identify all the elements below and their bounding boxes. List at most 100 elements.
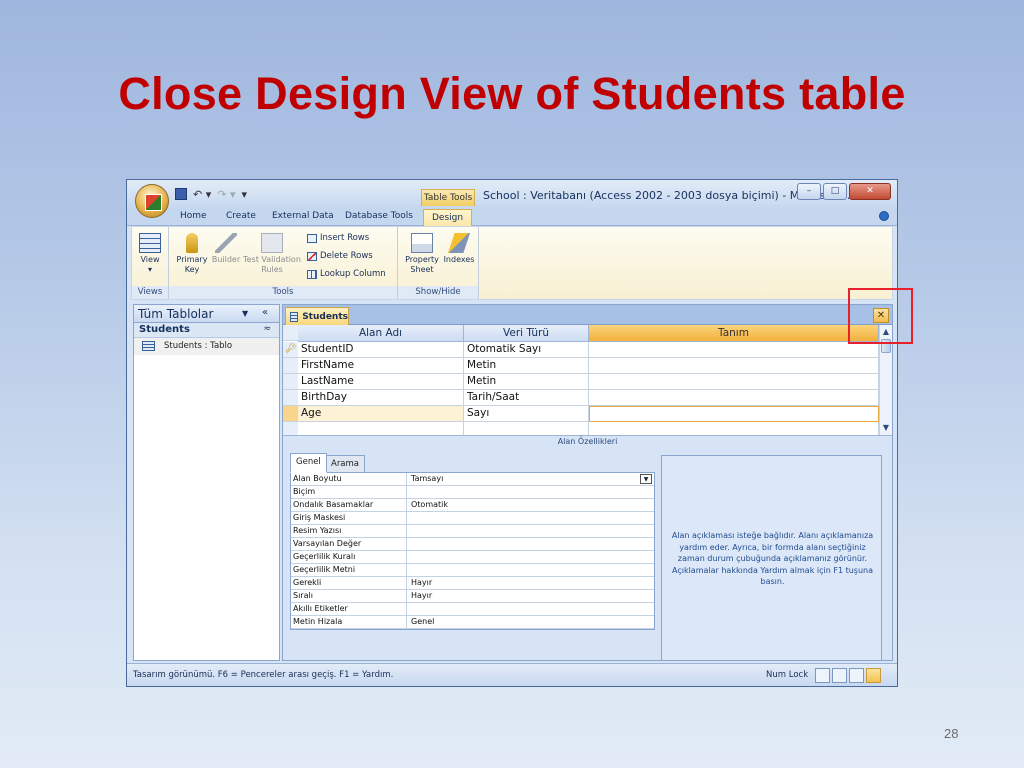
undo-icon[interactable]: ↶ ▾: [193, 188, 211, 201]
column-header-data-type[interactable]: Veri Türü: [464, 325, 589, 342]
data-type-cell[interactable]: Tarih/Saat: [464, 390, 589, 406]
table-row[interactable]: LastName Metin: [283, 374, 879, 390]
column-header-description[interactable]: Tanım: [589, 325, 879, 342]
nav-pane-collapse-icon[interactable]: «: [262, 307, 268, 318]
row-selector[interactable]: [283, 374, 298, 390]
property-row[interactable]: Alan Boyutu Tamsayı ▼: [291, 473, 654, 486]
save-icon[interactable]: [175, 188, 187, 200]
description-cell[interactable]: [589, 390, 879, 406]
insert-rows-button[interactable]: Insert Rows: [307, 233, 369, 243]
field-name-cell[interactable]: LastName: [298, 374, 464, 390]
tab-design[interactable]: Design: [423, 209, 473, 227]
tab-students[interactable]: Students: [285, 307, 349, 325]
property-row[interactable]: Metin Hizala Genel: [291, 616, 654, 629]
qat-customize-icon[interactable]: ▾: [242, 188, 248, 201]
description-cell[interactable]: [589, 342, 879, 358]
view-button[interactable]: View ▾: [136, 233, 164, 275]
property-value[interactable]: Hayır: [409, 590, 655, 603]
property-value[interactable]: Hayır: [409, 577, 655, 590]
page-number: 28: [944, 726, 959, 741]
indexes-button[interactable]: Indexes: [442, 233, 476, 265]
combo-arrow-icon[interactable]: ▼: [640, 474, 652, 484]
description-cell[interactable]: [589, 406, 879, 422]
nav-pane-header[interactable]: Tüm Tablolar ▼ «: [134, 305, 279, 323]
property-help-text: Alan açıklaması isteğe bağlıdır. Alanı a…: [671, 531, 874, 586]
property-value[interactable]: [409, 551, 655, 564]
field-name-cell[interactable]: Age: [298, 406, 464, 422]
property-value[interactable]: [409, 486, 655, 499]
tab-genel[interactable]: Genel: [290, 453, 327, 473]
lookup-column-button[interactable]: Lookup Column: [307, 269, 386, 279]
table-row[interactable]: Age Sayı: [283, 406, 879, 422]
test-validation-rules-button[interactable]: Test Validation Rules: [241, 233, 303, 275]
tab-home[interactable]: Home: [180, 211, 207, 221]
office-button[interactable]: [135, 184, 169, 218]
table-icon: [142, 341, 155, 351]
data-type-cell[interactable]: Otomatik Sayı: [464, 342, 589, 358]
property-row[interactable]: Biçim: [291, 486, 654, 499]
row-selector[interactable]: 🔑︎: [283, 342, 298, 358]
property-row[interactable]: Gerekli Hayır: [291, 577, 654, 590]
field-name-cell[interactable]: FirstName: [298, 358, 464, 374]
delete-rows-button[interactable]: Delete Rows: [307, 251, 373, 261]
table-row[interactable]: BirthDay Tarih/Saat: [283, 390, 879, 406]
property-value[interactable]: [409, 525, 655, 538]
builder-button[interactable]: Builder: [211, 233, 241, 265]
redo-icon[interactable]: ↷ ▾: [217, 188, 235, 201]
lookup-column-icon: [307, 269, 317, 279]
group-collapse-icon[interactable]: ≈: [263, 324, 271, 334]
pivotchart-view-icon[interactable]: [849, 668, 864, 683]
table-row[interactable]: 🔑︎ StudentID Otomatik Sayı: [283, 342, 879, 358]
nav-pane-dropdown-icon[interactable]: ▼: [242, 309, 248, 318]
nav-item-students-table[interactable]: Students : Tablo: [134, 338, 279, 355]
table-row[interactable]: FirstName Metin: [283, 358, 879, 374]
data-type-cell[interactable]: Metin: [464, 358, 589, 374]
property-value[interactable]: [409, 564, 655, 577]
nav-group-students[interactable]: Students ≈: [134, 323, 279, 338]
field-name-cell[interactable]: StudentID: [298, 342, 464, 358]
data-type-cell[interactable]: Metin: [464, 374, 589, 390]
column-header-field-name[interactable]: Alan Adı: [298, 325, 464, 342]
tab-create[interactable]: Create: [226, 211, 256, 221]
close-window-button[interactable]: ✕: [849, 183, 891, 200]
pivottable-view-icon[interactable]: [832, 668, 847, 683]
property-row[interactable]: Resim Yazısı: [291, 525, 654, 538]
tab-external-data[interactable]: External Data: [272, 211, 334, 221]
row-selector[interactable]: [283, 358, 298, 374]
field-name-cell[interactable]: BirthDay: [298, 390, 464, 406]
primary-key-button[interactable]: Primary Key: [175, 233, 209, 275]
property-value[interactable]: [409, 603, 655, 616]
view-switcher: [815, 668, 881, 683]
tab-arama[interactable]: Arama: [325, 455, 366, 473]
property-row[interactable]: Giriş Maskesi: [291, 512, 654, 525]
group-label-views: Views: [132, 286, 168, 299]
property-sheet-button[interactable]: Property Sheet: [402, 233, 442, 275]
design-grid: Alan Adı Veri Türü Tanım 🔑︎ StudentID Ot…: [283, 325, 879, 438]
delete-rows-icon: [307, 251, 317, 261]
description-cell[interactable]: [589, 374, 879, 390]
property-value[interactable]: Tamsayı: [409, 473, 655, 486]
tab-database-tools[interactable]: Database Tools: [345, 211, 413, 221]
data-type-cell[interactable]: Sayı: [464, 406, 589, 422]
maximize-button[interactable]: □: [823, 183, 847, 200]
property-value[interactable]: [409, 538, 655, 551]
scroll-down-icon[interactable]: ▼: [880, 422, 892, 434]
description-cell[interactable]: [589, 358, 879, 374]
minimize-button[interactable]: –: [797, 183, 821, 200]
design-view-icon[interactable]: [866, 668, 881, 683]
row-selector[interactable]: [283, 406, 298, 422]
property-row[interactable]: Sıralı Hayır: [291, 590, 654, 603]
property-row[interactable]: Geçerlilik Kuralı: [291, 551, 654, 564]
datasheet-view-icon[interactable]: [815, 668, 830, 683]
property-value[interactable]: [409, 512, 655, 525]
property-value[interactable]: Genel: [409, 616, 655, 629]
help-icon[interactable]: [879, 211, 889, 221]
row-selector[interactable]: [283, 390, 298, 406]
property-value[interactable]: Otomatik: [409, 499, 655, 512]
property-row[interactable]: Geçerlilik Metni: [291, 564, 654, 577]
property-row[interactable]: Akıllı Etiketler: [291, 603, 654, 616]
property-row[interactable]: Varsayılan Değer: [291, 538, 654, 551]
property-row[interactable]: Ondalık Basamaklar Otomatik: [291, 499, 654, 512]
slide-title: Close Design View of Students table: [118, 68, 906, 119]
property-key: Geçerlilik Metni: [292, 564, 407, 577]
